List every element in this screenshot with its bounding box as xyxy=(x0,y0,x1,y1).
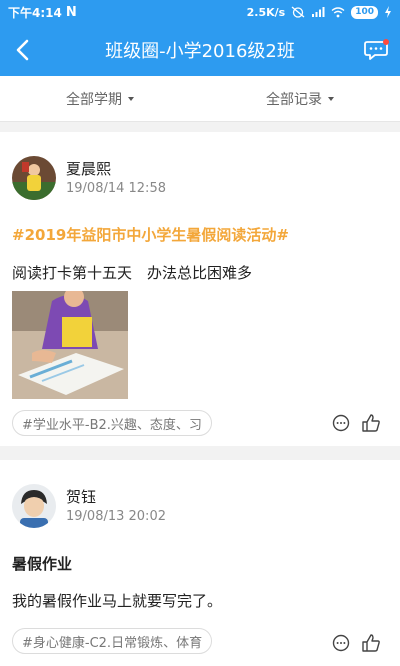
battery-indicator: 100 xyxy=(351,5,378,19)
chat-bubble-icon xyxy=(364,39,389,60)
post-card: 贺钰 19/08/13 20:02 暑假作业 我的暑假作业马上就要写完了。 #身… xyxy=(0,460,400,666)
page-title: 班级圈-小学2016级2班 xyxy=(105,41,295,62)
thumbs-up-icon xyxy=(362,414,380,432)
record-filter-label: 全部记录 xyxy=(266,91,322,108)
caret-down-icon xyxy=(128,96,134,101)
post-time: 19/08/13 20:02 xyxy=(66,509,166,524)
wifi-icon xyxy=(331,7,345,18)
comment-button[interactable] xyxy=(330,632,352,654)
semester-filter-label: 全部学期 xyxy=(66,91,122,108)
post-tag[interactable]: #身心健康-C2.日常锻炼、体育 xyxy=(12,628,213,654)
post-text: 阅读打卡第十五天 办法总比困难多 xyxy=(12,264,253,282)
comment-button[interactable] xyxy=(330,412,352,434)
alarm-off-icon xyxy=(291,6,305,18)
post-heading: 暑假作业 xyxy=(12,555,73,573)
post-text: 我的暑假作业马上就要写完了。 xyxy=(12,592,223,610)
messages-button[interactable] xyxy=(354,24,400,76)
like-button[interactable] xyxy=(360,412,382,434)
status-bar: 下午4:14 N 2.5K/s 100 xyxy=(0,0,400,24)
avatar[interactable] xyxy=(12,484,56,528)
thumbs-up-icon xyxy=(362,634,380,652)
semester-filter[interactable]: 全部学期 xyxy=(0,76,200,121)
signal-icon xyxy=(312,7,325,17)
record-filter[interactable]: 全部记录 xyxy=(200,76,400,121)
status-time: 下午4:14 xyxy=(8,5,62,20)
post-topic[interactable]: #2019年益阳市中小学生暑假阅读活动# xyxy=(12,224,289,245)
back-button[interactable] xyxy=(0,24,46,76)
network-speed: 2.5K/s xyxy=(246,5,286,19)
avatar[interactable] xyxy=(12,156,56,200)
caret-down-icon xyxy=(328,96,334,101)
notification-icon: N xyxy=(65,4,77,20)
post-time: 19/08/14 12:58 xyxy=(66,181,166,196)
post-photo[interactable] xyxy=(12,291,128,399)
charging-icon xyxy=(385,6,391,18)
post-card: 夏晨熙 19/08/14 12:58 #2019年益阳市中小学生暑假阅读活动# … xyxy=(0,132,400,446)
post-tag[interactable]: #学业水平-B2.兴趣、态度、习 xyxy=(12,410,212,436)
comment-icon xyxy=(332,634,350,652)
post-author[interactable]: 贺钰 xyxy=(66,486,96,507)
post-author[interactable]: 夏晨熙 xyxy=(66,158,111,179)
back-arrow-icon xyxy=(16,39,29,61)
comment-icon xyxy=(332,414,350,432)
like-button[interactable] xyxy=(360,632,382,654)
title-bar: 班级圈-小学2016级2班 xyxy=(0,24,400,76)
status-right: 2.5K/s 100 xyxy=(246,5,392,19)
filter-bar: 全部学期 全部记录 xyxy=(0,76,400,122)
